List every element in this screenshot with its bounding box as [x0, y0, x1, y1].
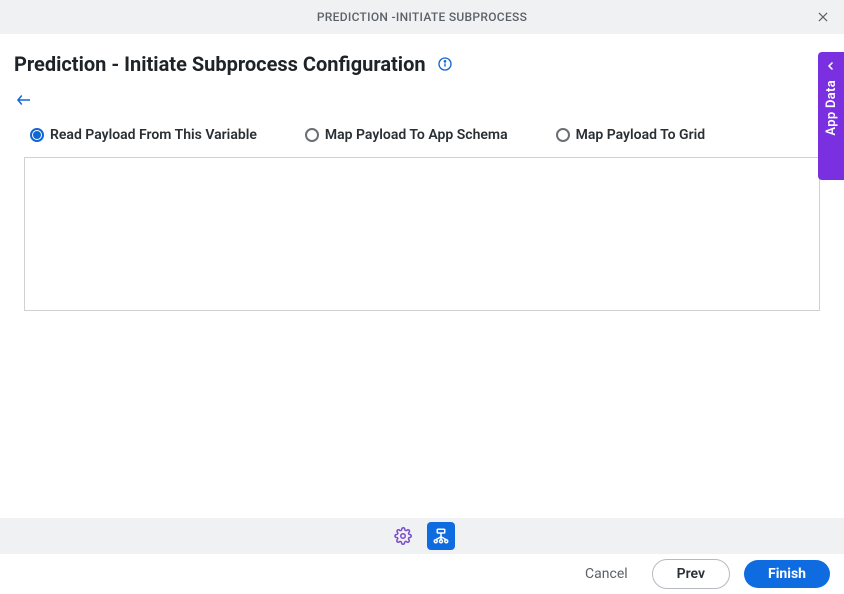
payload-radio-group: Read Payload From This Variable Map Payl…	[0, 123, 844, 153]
side-tab-label: App Data	[824, 80, 839, 136]
radio-circle-icon	[556, 128, 570, 142]
titlebar-text: PREDICTION -INITIATE SUBPROCESS	[317, 10, 527, 24]
radio-map-grid[interactable]: Map Payload To Grid	[556, 127, 706, 143]
radio-map-schema-label: Map Payload To App Schema	[325, 127, 508, 143]
radio-map-schema[interactable]: Map Payload To App Schema	[305, 127, 508, 143]
chevron-left-icon	[823, 58, 839, 74]
radio-circle-icon	[30, 128, 44, 142]
radio-map-grid-label: Map Payload To Grid	[576, 127, 706, 143]
titlebar: PREDICTION -INITIATE SUBPROCESS	[0, 0, 844, 34]
radio-read-variable[interactable]: Read Payload From This Variable	[30, 127, 257, 143]
flow-view-button[interactable]	[427, 522, 455, 550]
footer: Cancel Prev Finish	[0, 554, 844, 594]
settings-button[interactable]	[389, 522, 417, 550]
page-title: Prediction - Initiate Subprocess Configu…	[14, 52, 426, 76]
radio-read-variable-label: Read Payload From This Variable	[50, 127, 257, 143]
app-data-panel-toggle[interactable]: App Data	[818, 52, 844, 180]
cancel-button[interactable]: Cancel	[575, 560, 638, 588]
bottom-toolbar	[0, 518, 844, 554]
close-icon[interactable]	[814, 8, 832, 26]
back-button[interactable]	[14, 90, 34, 110]
payload-content-area[interactable]	[24, 157, 820, 311]
back-row	[0, 82, 844, 123]
heading-row: Prediction - Initiate Subprocess Configu…	[0, 34, 844, 82]
prev-button[interactable]: Prev	[652, 559, 730, 589]
info-icon[interactable]	[436, 55, 454, 73]
radio-circle-icon	[305, 128, 319, 142]
finish-button[interactable]: Finish	[744, 560, 830, 588]
